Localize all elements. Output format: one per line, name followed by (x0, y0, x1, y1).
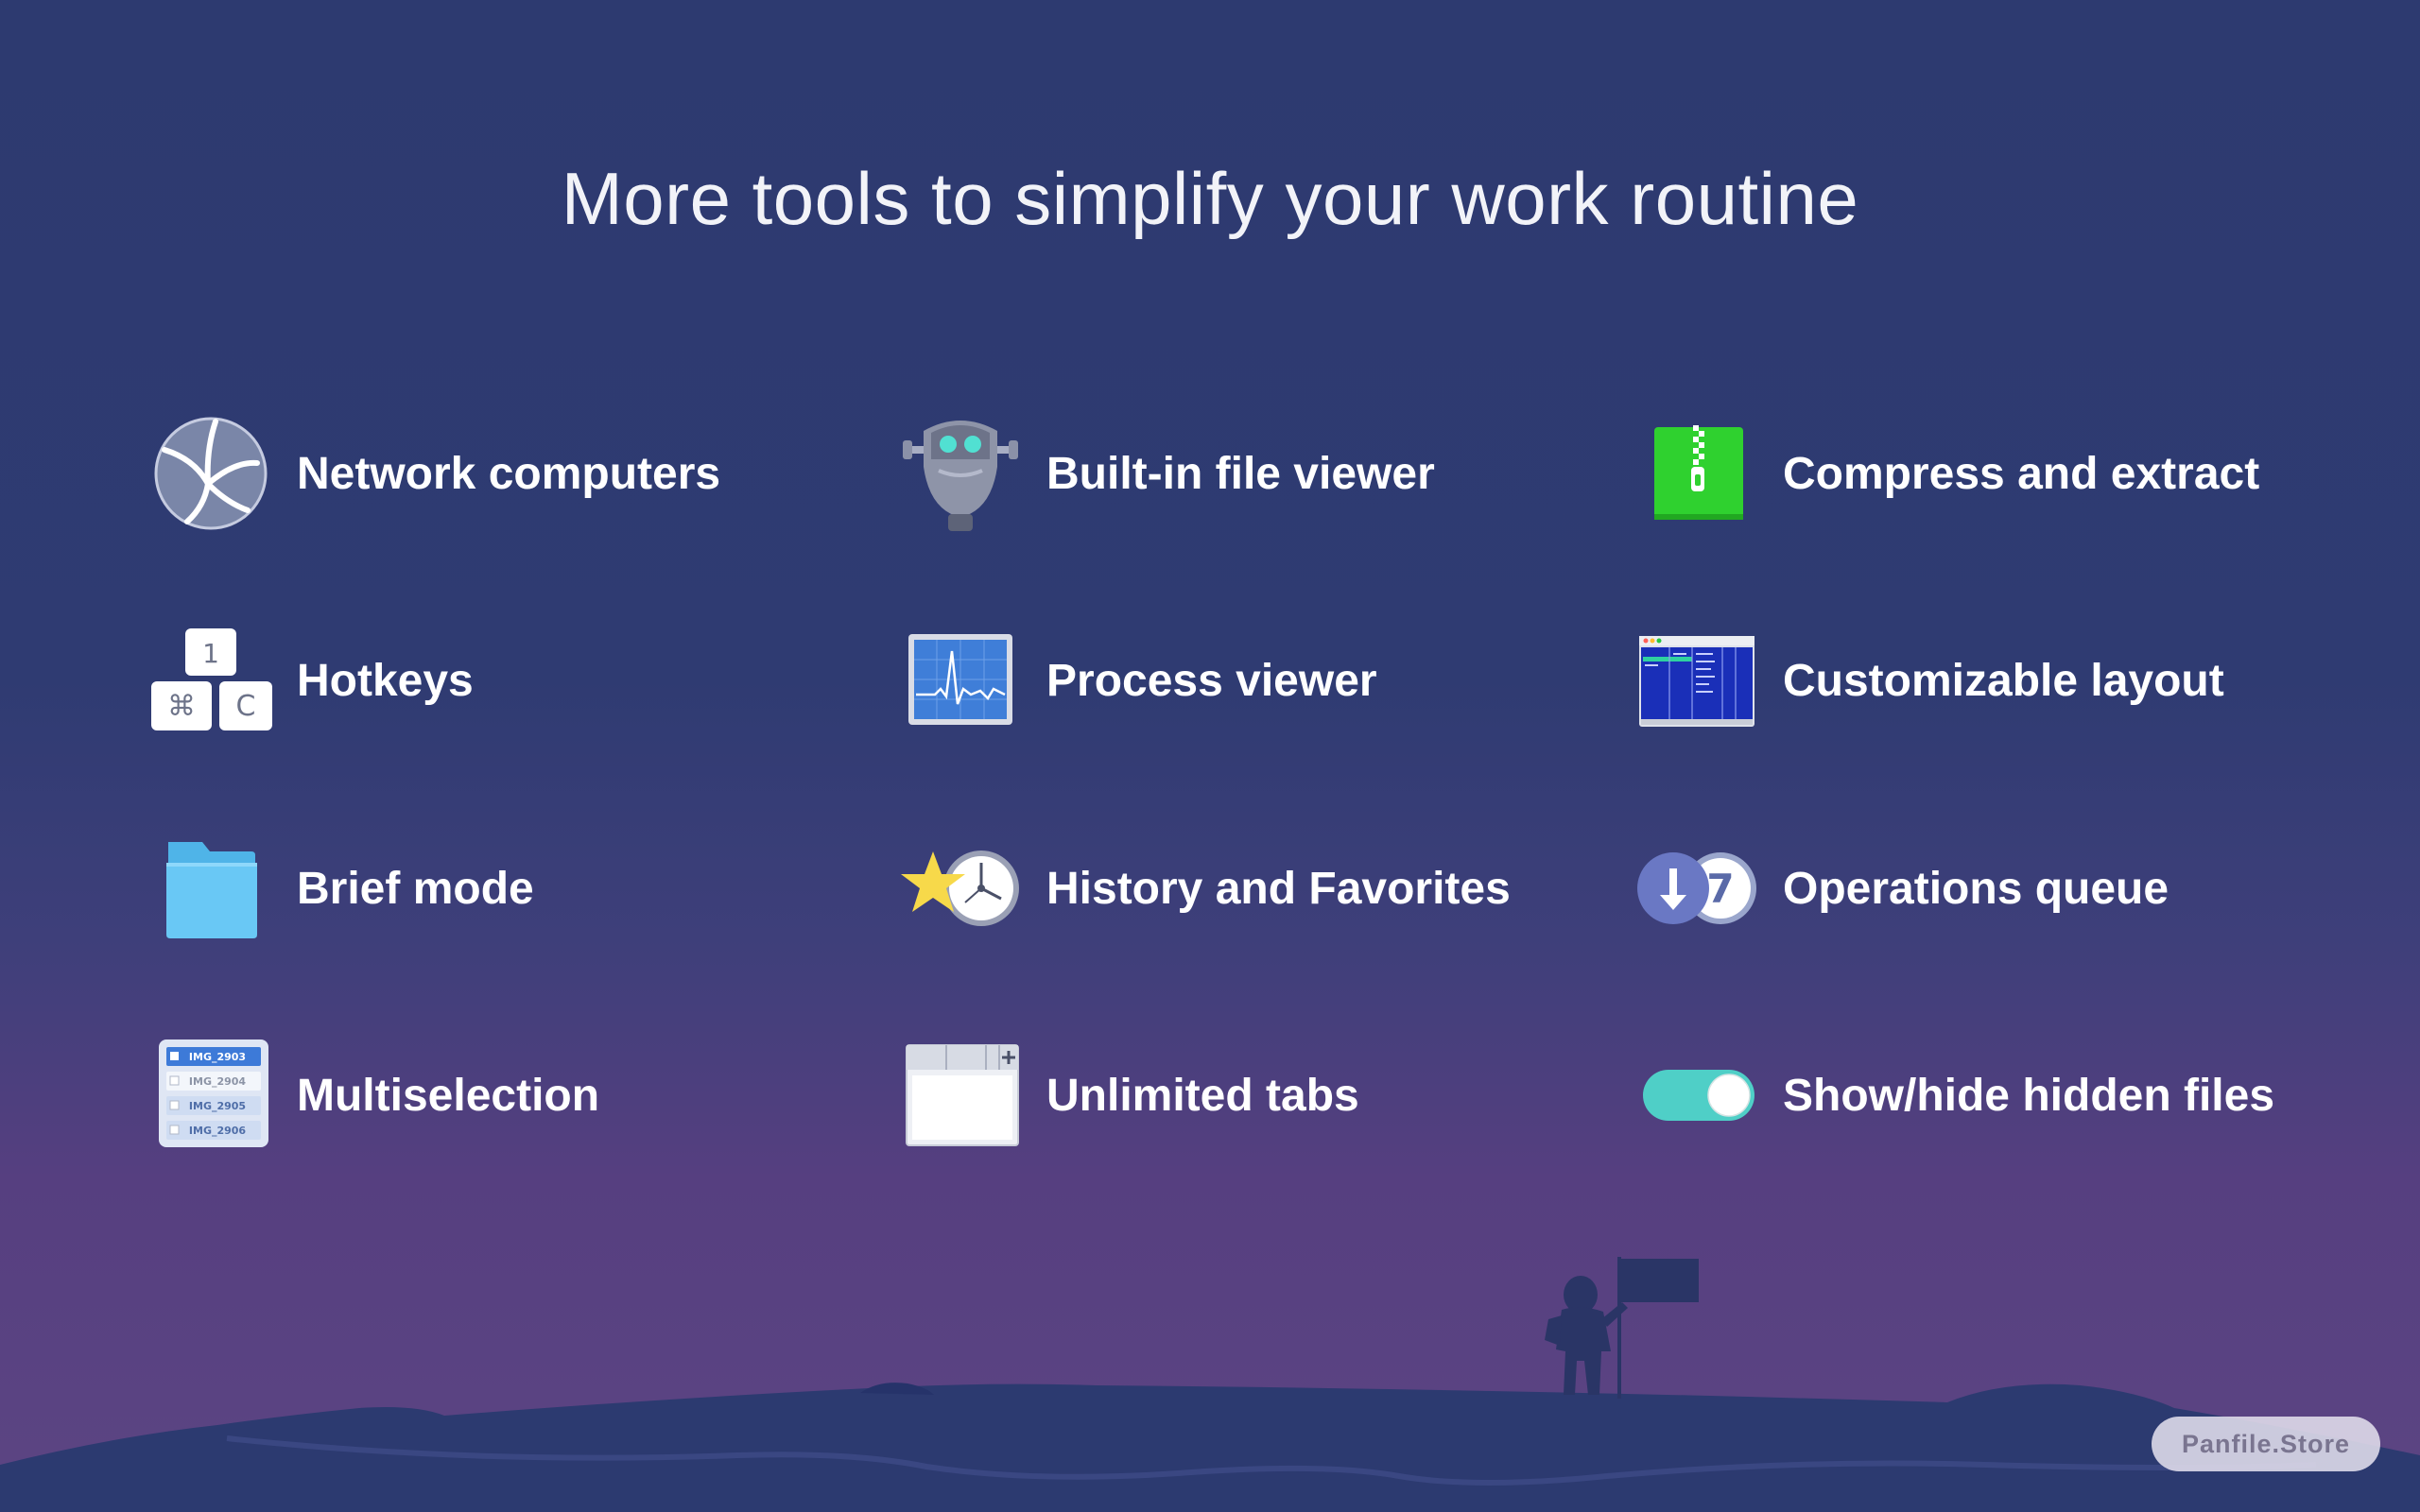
moon-landscape-illustration (0, 1257, 2420, 1512)
feature-file-viewer: Built-in file viewer (899, 412, 1435, 535)
feature-multiselection: IMG_2903 IMG_2904 IMG_2905 IMG_2906 Mult… (149, 1034, 599, 1157)
watermark-badge: Panfile.Store (2152, 1417, 2380, 1471)
feature-label: Compress and extract (1783, 448, 2260, 499)
feature-label: Multiselection (297, 1070, 600, 1121)
zip-archive-icon (1635, 412, 1758, 535)
feature-hidden-files: Show/hide hidden files (1635, 1034, 2274, 1157)
feature-process-viewer: Process viewer (899, 619, 1377, 742)
feature-label: Built-in file viewer (1046, 448, 1435, 499)
feature-brief-mode: Brief mode (149, 827, 534, 950)
queue-icon: 7 (1635, 827, 1758, 950)
feature-label: Customizable layout (1783, 655, 2224, 706)
folder-icon (149, 827, 272, 950)
feature-label: Brief mode (297, 863, 534, 914)
key-command: ⌘ (167, 690, 196, 723)
feature-queue: 7 Operations queue (1635, 827, 2169, 950)
feature-label: Network computers (297, 448, 721, 499)
key-c: C (236, 690, 256, 723)
file-name: IMG_2906 (189, 1125, 247, 1137)
feature-label: History and Favorites (1046, 863, 1511, 914)
globe-network-icon (149, 412, 272, 535)
file-name: IMG_2904 (189, 1075, 247, 1088)
layout-window-icon (1635, 619, 1758, 742)
feature-tabs: Unlimited tabs (899, 1034, 1359, 1157)
feature-label: Process viewer (1046, 655, 1377, 706)
astronaut-figure (1545, 1257, 1699, 1399)
file-list-icon: IMG_2903 IMG_2904 IMG_2905 IMG_2906 (149, 1034, 272, 1157)
file-name: IMG_2903 (189, 1051, 246, 1063)
feature-hotkeys: 1 ⌘ C Hotkeys (149, 619, 474, 742)
page-title: More tools to simplify your work routine (561, 157, 1859, 240)
feature-label: Operations queue (1783, 863, 2169, 914)
feature-history: History and Favorites (899, 827, 1511, 950)
activity-monitor-icon (899, 619, 1022, 742)
binocular-viewer-icon (899, 412, 1022, 535)
queue-count: 7 (1706, 866, 1734, 912)
file-name: IMG_2905 (189, 1100, 246, 1112)
feature-layout: Customizable layout (1635, 619, 2224, 742)
feature-label: Show/hide hidden files (1783, 1070, 2275, 1121)
star-clock-icon (899, 827, 1022, 950)
feature-compress: Compress and extract (1635, 412, 2259, 535)
toggle-switch-icon (1635, 1034, 1758, 1157)
feature-network-computers: Network computers (149, 412, 720, 535)
feature-label: Unlimited tabs (1046, 1070, 1359, 1121)
tabs-window-icon (899, 1034, 1022, 1157)
keyboard-keys-icon: 1 ⌘ C (149, 619, 272, 742)
key-one: 1 (202, 638, 219, 669)
feature-label: Hotkeys (297, 655, 474, 706)
